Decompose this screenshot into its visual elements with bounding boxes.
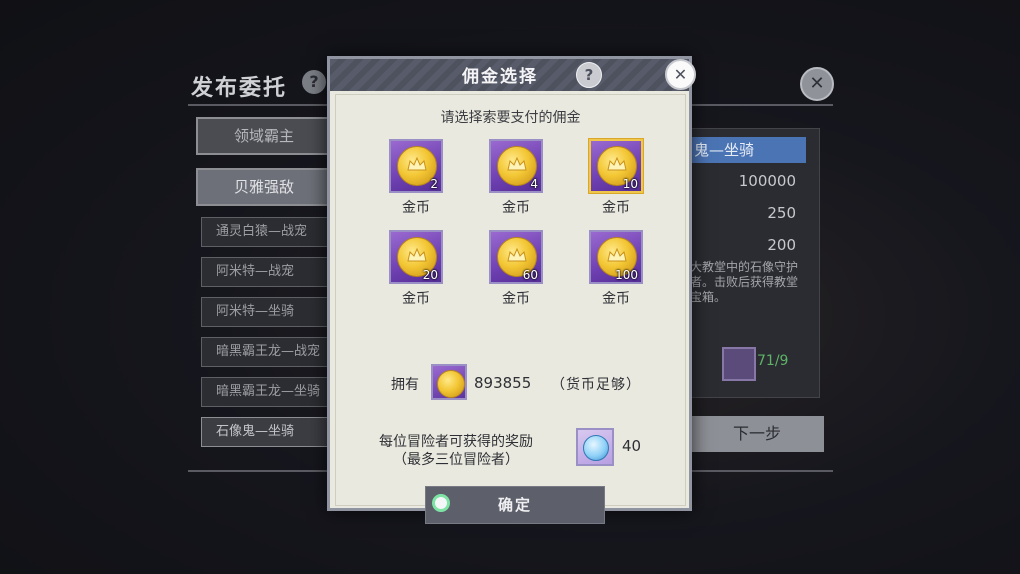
crown-icon [407, 248, 427, 262]
help-icon[interactable]: ? [302, 70, 326, 94]
owned-amount: 893855 [474, 374, 532, 392]
reward-item-box [576, 428, 614, 466]
coin-label: 金币 [402, 291, 430, 307]
coin-option-box: 100 [589, 230, 643, 284]
coin-amount: 100 [615, 268, 638, 282]
coin-amount: 20 [422, 268, 438, 282]
commission-dialog: 佣金选择 ? ✕ 请选择索要支付的佣金 2 金币 4 金币 10 金币 20 金… [327, 56, 696, 524]
list-item[interactable]: 石像鬼—坐骑 [201, 417, 331, 447]
commission-option[interactable]: 20 金币 [381, 230, 451, 316]
coin-label: 金币 [602, 200, 630, 216]
crown-icon [407, 157, 427, 171]
owned-status: （货币足够） [551, 377, 641, 393]
coin-option-box: 60 [489, 230, 543, 284]
list-item[interactable]: 通灵白猿—战宠 [201, 217, 331, 247]
coin-label: 金币 [602, 291, 630, 307]
next-button[interactable]: 下一步 [690, 416, 824, 452]
detail-header: 鬼—坐骑 [690, 137, 806, 163]
tab-domain-overlord[interactable]: 领域霸主 [196, 117, 332, 155]
commission-option[interactable]: 100 金币 [581, 230, 651, 316]
list-item[interactable]: 暗黑霸王龙—战宠 [201, 337, 331, 367]
owned-label: 拥有 [391, 377, 419, 393]
adventurer-token-icon [583, 435, 609, 461]
coin-amount: 4 [530, 177, 538, 191]
reward-label-line1: 每位冒险者可获得的奖励 [379, 434, 533, 450]
item-count: 71/9 [757, 353, 789, 369]
crown-icon [607, 248, 627, 262]
crown-icon [507, 157, 527, 171]
tab-beya-enemies[interactable]: 贝雅强敌 [196, 168, 332, 206]
coin-option-box: 4 [489, 139, 543, 193]
coin-option-box: 10 [589, 139, 643, 193]
detail-value: 100000 [738, 172, 796, 190]
reward-label: 每位冒险者可获得的奖励 （最多三位冒险者） [366, 433, 546, 469]
gold-coin-icon [437, 370, 465, 398]
prompt-text: 请选择索要支付的佣金 [440, 110, 581, 126]
list-item[interactable]: 暗黑霸王龙—坐骑 [201, 377, 331, 407]
commission-option-selected[interactable]: 10 金币 [581, 139, 651, 225]
coin-label: 金币 [402, 200, 430, 216]
coin-option-box: 20 [389, 230, 443, 284]
detail-description: 大教堂中的石像守护者。击败后获得教堂宝箱。 [690, 260, 799, 304]
coin-amount: 10 [622, 177, 638, 191]
coin-amount: 60 [522, 268, 538, 282]
crown-icon [507, 248, 527, 262]
confirm-label: 确定 [497, 496, 532, 514]
detail-value: 250 [767, 204, 796, 222]
list-item[interactable]: 阿米特—战宠 [201, 257, 331, 287]
coin-amount: 2 [430, 177, 438, 191]
crown-icon [607, 157, 627, 171]
commission-option[interactable]: 60 金币 [481, 230, 551, 316]
coin-label: 金币 [502, 291, 530, 307]
owned-coin-box [431, 364, 467, 400]
close-icon[interactable]: ✕ [800, 67, 834, 101]
coin-label: 金币 [502, 200, 530, 216]
detail-value: 200 [767, 236, 796, 254]
circle-confirm-icon [432, 494, 450, 512]
commission-option[interactable]: 2 金币 [381, 139, 451, 225]
item-icon [722, 347, 756, 381]
dialog-title: 佣金选择 [462, 67, 538, 87]
page-title: 发布委托 [191, 76, 288, 101]
help-icon[interactable]: ? [576, 62, 602, 88]
coin-option-box: 2 [389, 139, 443, 193]
reward-amount: 40 [622, 437, 642, 455]
reward-label-line2: （最多三位冒险者） [393, 452, 519, 468]
dialog-body: 请选择索要支付的佣金 2 金币 4 金币 10 金币 20 金币 60 金币 1… [335, 94, 686, 524]
confirm-button[interactable]: 确定 [425, 486, 605, 524]
close-icon[interactable]: ✕ [665, 59, 696, 90]
list-item[interactable]: 阿米特—坐骑 [201, 297, 331, 327]
commission-option[interactable]: 4 金币 [481, 139, 551, 225]
